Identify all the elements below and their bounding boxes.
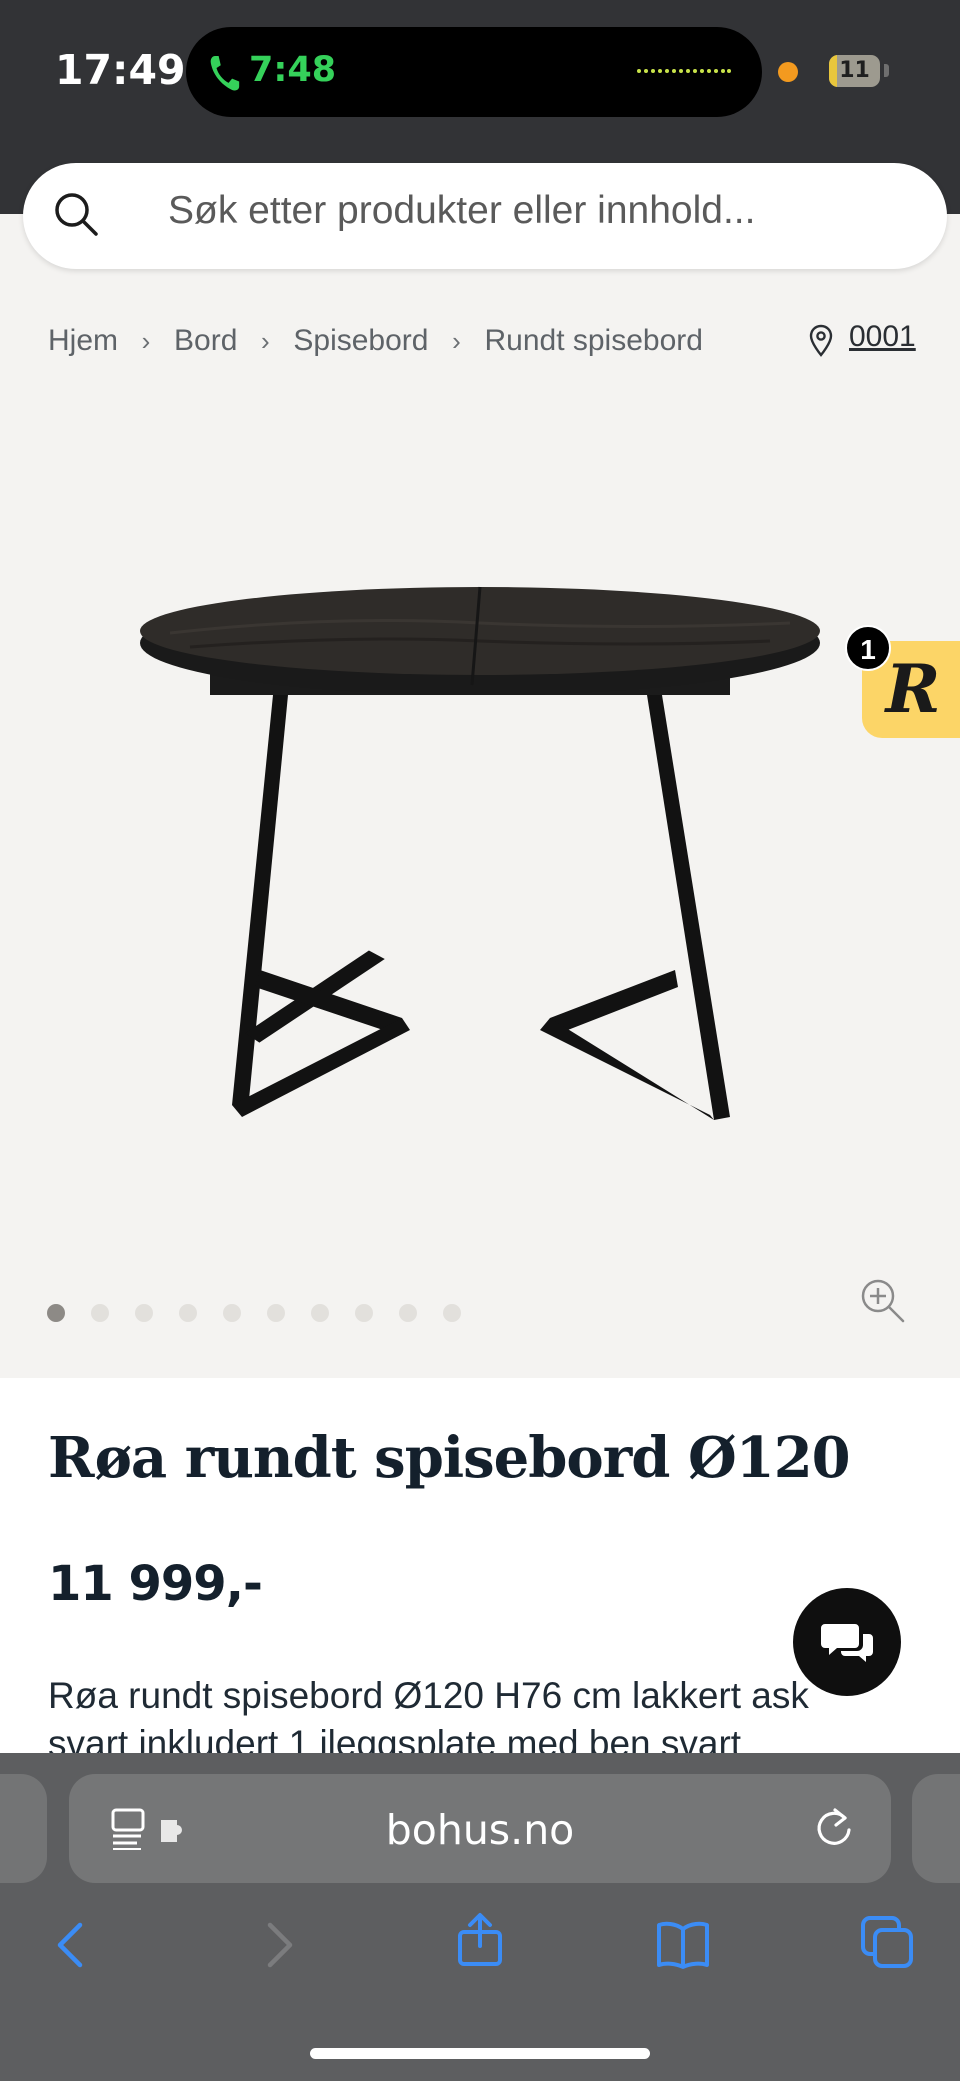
breadcrumb-item-home[interactable]: Hjem — [48, 324, 118, 358]
call-duration: 7:48 — [249, 50, 337, 90]
image-pagination — [47, 1304, 461, 1322]
pagination-dot-9[interactable] — [399, 1304, 417, 1322]
bookmarks-icon[interactable] — [655, 1917, 711, 1973]
product-description: Røa rundt spisebord Ø120 H76 cm lakkert … — [48, 1675, 809, 1716]
pagination-dot-5[interactable] — [223, 1304, 241, 1322]
battery-percent: 11 — [839, 58, 870, 83]
chat-bubbles-icon — [821, 1624, 873, 1662]
store-selector-link[interactable]: 0001 — [849, 320, 916, 354]
chevron-right-icon: › — [141, 325, 151, 356]
clock: 17:49 — [55, 46, 186, 94]
breadcrumb-item-spisebord[interactable]: Spisebord — [293, 324, 428, 358]
pagination-dot-4[interactable] — [179, 1304, 197, 1322]
audio-waveform-icon — [637, 69, 731, 73]
home-indicator[interactable] — [310, 2048, 650, 2059]
pagination-dot-1[interactable] — [47, 1304, 65, 1322]
chevron-right-icon: › — [261, 325, 270, 356]
privacy-indicator — [778, 62, 798, 82]
pagination-dot-2[interactable] — [91, 1304, 109, 1322]
notification-badge: 1 — [845, 625, 891, 671]
previous-tab-peek[interactable] — [0, 1774, 47, 1883]
phone-icon — [210, 56, 240, 91]
breadcrumb: Hjem › Bord › Spisebord › Rundt spisebor… — [48, 321, 703, 361]
search-icon — [55, 193, 98, 236]
forward-icon[interactable] — [250, 1917, 306, 1973]
breadcrumb-item-rundt-spisebord[interactable]: Rundt spisebord — [484, 324, 702, 358]
url-text: bohus.no — [385, 1806, 575, 1854]
pagination-dot-10[interactable] — [443, 1304, 461, 1322]
pagination-dot-6[interactable] — [267, 1304, 285, 1322]
battery-icon: 11 — [829, 55, 880, 87]
product-price: 11 999,- — [48, 1556, 263, 1612]
search-placeholder: Søk etter produkter eller innhold... — [168, 189, 756, 232]
tabs-icon[interactable] — [859, 1914, 915, 1970]
reload-icon[interactable] — [815, 1806, 855, 1850]
zoom-in-icon[interactable] — [858, 1276, 906, 1324]
breadcrumb-item-bord[interactable]: Bord — [174, 324, 237, 358]
back-icon[interactable] — [44, 1917, 100, 1973]
pagination-dot-3[interactable] — [135, 1304, 153, 1322]
product-title: Røa rundt spisebord Ø120 — [48, 1425, 851, 1491]
battery-tip — [884, 64, 889, 77]
location-pin-icon — [809, 324, 833, 357]
chevron-right-icon: › — [452, 325, 461, 356]
next-tab-peek[interactable] — [912, 1774, 960, 1883]
pagination-dot-8[interactable] — [355, 1304, 373, 1322]
share-icon[interactable] — [452, 1912, 508, 1968]
page-menu-extensions-icon[interactable] — [111, 1808, 201, 1850]
product-image[interactable] — [130, 575, 830, 1120]
pagination-dot-7[interactable] — [311, 1304, 329, 1322]
